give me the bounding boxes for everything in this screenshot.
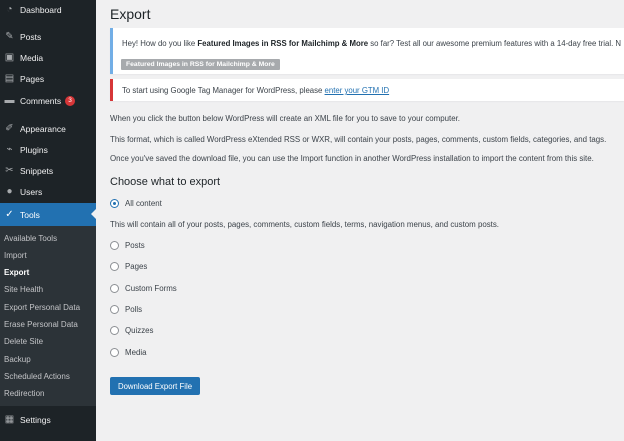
radio-pages[interactable]: Pages bbox=[110, 262, 147, 271]
radio-label: All content bbox=[125, 199, 162, 208]
radio-label: Polls bbox=[125, 305, 143, 314]
paintbrush-icon: ✐ bbox=[5, 122, 14, 134]
menu-item-dashboard[interactable]: ◔ Dashboard bbox=[0, 0, 96, 20]
import-description: Once you've saved the download file, you… bbox=[110, 154, 594, 163]
radio-custom-forms[interactable]: Custom Forms bbox=[110, 284, 177, 293]
page-title: Export bbox=[110, 6, 151, 22]
dashboard-icon: ◔ bbox=[6, 3, 13, 15]
submenu-erase-personal-data[interactable]: Erase Personal Data bbox=[4, 320, 78, 329]
wrench-icon: ✓ bbox=[5, 208, 14, 220]
radio-button[interactable] bbox=[110, 305, 119, 314]
menu-item-tools[interactable]: ✓ Tools bbox=[0, 203, 96, 226]
comments-icon: ▬ bbox=[4, 94, 15, 106]
plugin-name: Featured Images in RSS for Mailchimp & M… bbox=[197, 39, 369, 48]
menu-label: Users bbox=[20, 186, 43, 197]
radio-label: Posts bbox=[125, 241, 145, 250]
pushpin-icon: ✎ bbox=[5, 30, 14, 42]
plugin-notice-button[interactable]: Featured Images in RSS for Mailchimp & M… bbox=[121, 59, 280, 70]
menu-item-settings[interactable]: ▦ Settings bbox=[0, 409, 96, 430]
submenu-backup[interactable]: Backup bbox=[4, 355, 31, 364]
gtm-id-link[interactable]: enter your GTM ID bbox=[325, 86, 390, 95]
radio-button[interactable] bbox=[110, 348, 119, 357]
menu-label: Posts bbox=[20, 31, 42, 42]
media-icon: ▣ bbox=[4, 51, 15, 63]
menu-label: Dashboard bbox=[20, 4, 62, 15]
radio-button[interactable] bbox=[110, 262, 119, 271]
menu-item-media[interactable]: ▣ Media bbox=[0, 47, 96, 68]
users-icon: ● bbox=[6, 185, 13, 197]
comments-count-badge: 3 bbox=[65, 95, 76, 106]
settings-icon: ▦ bbox=[4, 413, 15, 425]
menu-label: Settings bbox=[20, 414, 51, 425]
menu-item-users[interactable]: ● Users bbox=[0, 181, 96, 202]
radio-media[interactable]: Media bbox=[110, 348, 147, 357]
wxr-description: This format, which is called WordPress e… bbox=[110, 135, 607, 144]
pages-icon: ▤ bbox=[4, 72, 15, 84]
gtm-notice-text: To start using Google Tag Manager for Wo… bbox=[122, 86, 390, 95]
radio-quizzes[interactable]: Quizzes bbox=[110, 326, 154, 335]
menu-label: Comments bbox=[20, 95, 62, 106]
radio-button[interactable] bbox=[110, 241, 119, 250]
menu-item-plugins[interactable]: ⌁ Plugins bbox=[0, 139, 96, 160]
menu-label: Pages bbox=[20, 73, 45, 84]
menu-label: Snippets bbox=[20, 165, 54, 176]
menu-item-appearance[interactable]: ✐ Appearance bbox=[0, 118, 96, 139]
radio-label: Quizzes bbox=[125, 326, 154, 335]
menu-item-comments[interactable]: ▬ Comments 3 bbox=[0, 90, 96, 111]
radio-polls[interactable]: Polls bbox=[110, 305, 142, 314]
export-description: When you click the button below WordPres… bbox=[110, 114, 460, 123]
main-content: Export Hey! How do you like Featured Ima… bbox=[96, 0, 624, 441]
menu-label: Media bbox=[20, 52, 44, 63]
submenu-export[interactable]: Export bbox=[4, 268, 29, 277]
admin-sidebar: ◔ Dashboard ✎ Posts ▣ Media ▤ Pages ▬ Co… bbox=[0, 0, 96, 441]
all-content-description: This will contain all of your posts, pag… bbox=[110, 220, 500, 229]
menu-item-pages[interactable]: ▤ Pages bbox=[0, 68, 96, 89]
download-export-button[interactable]: Download Export File bbox=[110, 377, 200, 395]
submenu-delete-site[interactable]: Delete Site bbox=[4, 337, 43, 346]
submenu-import[interactable]: Import bbox=[4, 251, 27, 260]
menu-item-snippets[interactable]: ✂ Snippets bbox=[0, 160, 96, 181]
submenu-redirection[interactable]: Redirection bbox=[4, 389, 44, 398]
scissors-icon: ✂ bbox=[5, 164, 14, 176]
submenu-export-personal-data[interactable]: Export Personal Data bbox=[4, 303, 80, 312]
submenu-site-health[interactable]: Site Health bbox=[4, 285, 43, 294]
tools-submenu: Available Tools Import Export Site Healt… bbox=[0, 226, 96, 406]
menu-label: Plugins bbox=[20, 144, 48, 155]
radio-posts[interactable]: Posts bbox=[110, 241, 145, 250]
menu-label: Tools bbox=[20, 209, 40, 220]
info-notice-text: Hey! How do you like Featured Images in … bbox=[122, 39, 622, 48]
radio-all-content[interactable]: All content bbox=[110, 199, 162, 208]
radio-label: Media bbox=[125, 348, 147, 357]
submenu-scheduled-actions[interactable]: Scheduled Actions bbox=[4, 372, 70, 381]
radio-label: Pages bbox=[125, 262, 148, 271]
radio-button-selected[interactable] bbox=[110, 199, 119, 208]
submenu-available-tools[interactable]: Available Tools bbox=[4, 234, 57, 243]
menu-item-posts[interactable]: ✎ Posts bbox=[0, 26, 96, 47]
plugin-icon: ⌁ bbox=[6, 143, 13, 155]
menu-label: Appearance bbox=[20, 123, 66, 134]
gtm-error-notice: To start using Google Tag Manager for Wo… bbox=[110, 79, 624, 101]
choose-export-heading: Choose what to export bbox=[110, 176, 221, 188]
info-notice: Hey! How do you like Featured Images in … bbox=[110, 28, 624, 74]
radio-button[interactable] bbox=[110, 326, 119, 335]
radio-button[interactable] bbox=[110, 284, 119, 293]
radio-label: Custom Forms bbox=[125, 284, 177, 293]
